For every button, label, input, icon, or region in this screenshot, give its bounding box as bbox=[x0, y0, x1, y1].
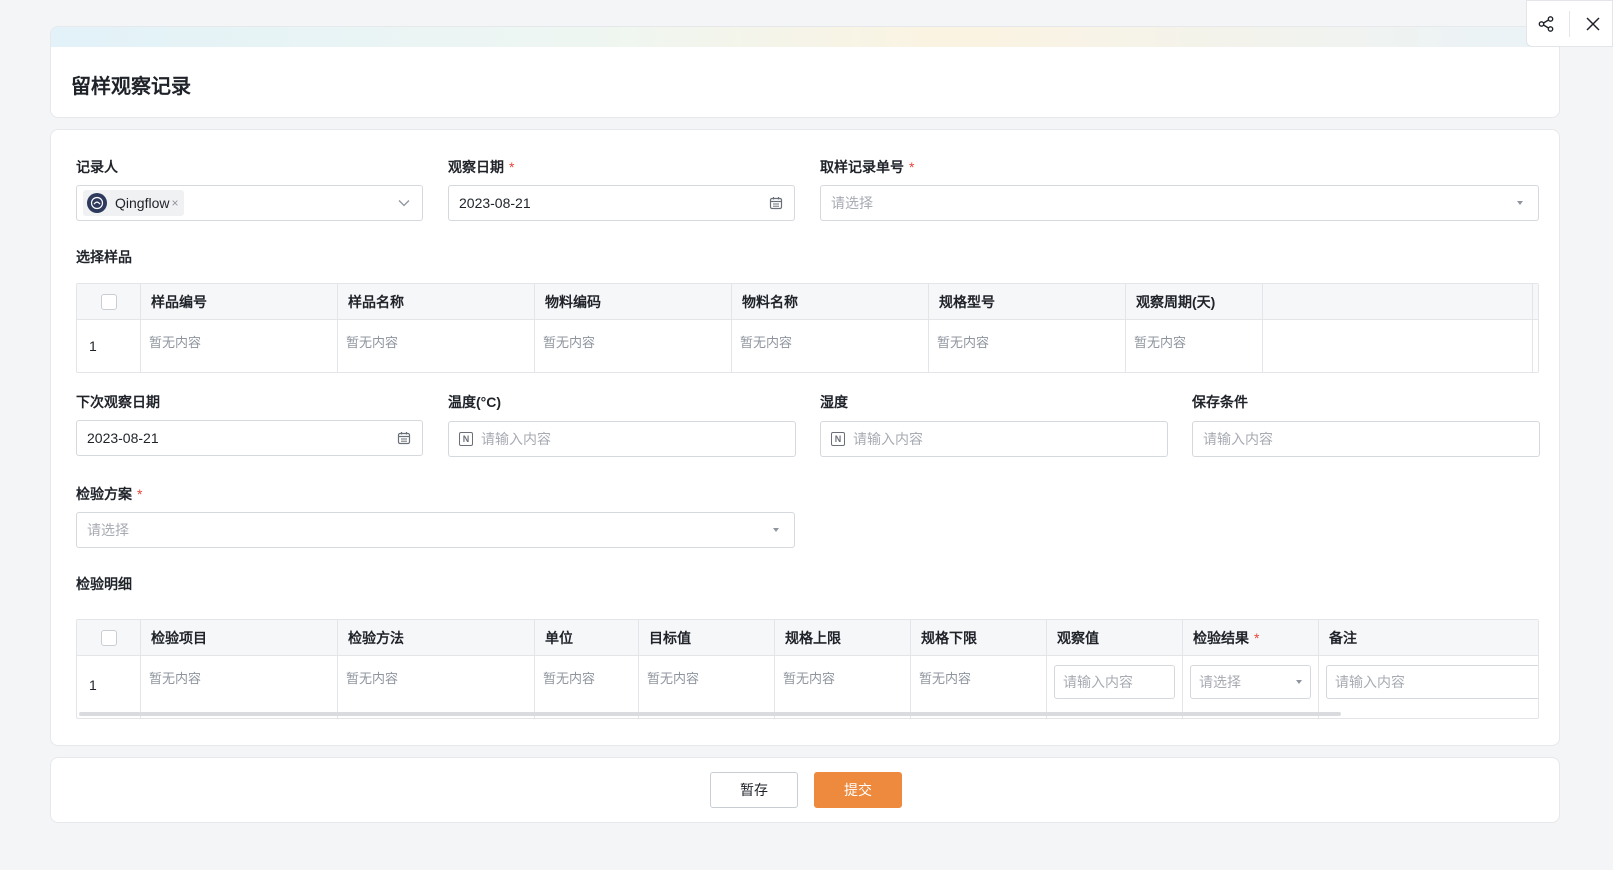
table-cell: 暂无内容 bbox=[1126, 320, 1263, 372]
column-header: 物料名称 bbox=[732, 284, 929, 319]
remark-cell: 请输入内容 bbox=[1319, 656, 1538, 718]
sampling-no-label: 取样记录单号 * bbox=[820, 159, 915, 175]
observe-date-label: 观察日期 * bbox=[448, 159, 515, 175]
number-icon: N bbox=[831, 432, 845, 446]
column-header: 检验方法 bbox=[338, 620, 535, 655]
humidity-placeholder: 请输入内容 bbox=[853, 431, 923, 447]
humidity-label: 湿度 bbox=[820, 394, 848, 410]
sampling-no-placeholder: 请选择 bbox=[831, 195, 873, 211]
save-draft-button[interactable]: 暂存 bbox=[710, 772, 798, 808]
table-cell: 暂无内容 bbox=[141, 656, 338, 718]
sampling-no-select[interactable]: 请选择 bbox=[820, 185, 1539, 221]
detail-label: 检验明细 bbox=[76, 576, 132, 592]
table-row[interactable]: 1 暂无内容 暂无内容 暂无内容 暂无内容 暂无内容 暂无内容 请输入内容 请选… bbox=[77, 656, 1538, 718]
sample-table-header: 样品编号 样品名称 物料编码 物料名称 规格型号 观察周期(天) bbox=[77, 284, 1538, 320]
table-cell: 暂无内容 bbox=[775, 656, 911, 718]
result-cell: 请选择 bbox=[1183, 656, 1319, 718]
column-header-empty bbox=[1263, 284, 1533, 319]
table-cell: 暂无内容 bbox=[535, 656, 639, 718]
observe-value-cell: 请输入内容 bbox=[1047, 656, 1183, 718]
caret-down-icon bbox=[1296, 680, 1302, 684]
footer-card: 暂存 提交 bbox=[50, 757, 1560, 823]
column-header: 目标值 bbox=[639, 620, 775, 655]
storage-placeholder: 请输入内容 bbox=[1203, 431, 1273, 447]
column-header: 备注 bbox=[1329, 629, 1357, 646]
next-date-label: 下次观察日期 bbox=[76, 394, 160, 410]
table-row[interactable]: 1 暂无内容 暂无内容 暂无内容 暂无内容 暂无内容 暂无内容 bbox=[77, 320, 1538, 372]
humidity-input[interactable]: N 请输入内容 bbox=[820, 421, 1168, 457]
next-date-input[interactable]: 2023-08-21 bbox=[76, 420, 423, 456]
number-icon: N bbox=[459, 432, 473, 446]
plan-select[interactable]: 请选择 bbox=[76, 512, 795, 548]
table-cell: 暂无内容 bbox=[535, 320, 732, 372]
select-all-checkbox[interactable] bbox=[100, 293, 117, 310]
table-cell-empty bbox=[1263, 320, 1533, 372]
storage-input[interactable]: 请输入内容 bbox=[1192, 421, 1540, 457]
row-index: 1 bbox=[77, 656, 141, 718]
divider bbox=[1568, 10, 1570, 37]
temperature-placeholder: 请输入内容 bbox=[481, 431, 551, 447]
column-header: 观察值 bbox=[1047, 620, 1183, 655]
select-all-cell bbox=[77, 284, 141, 319]
calendar-icon[interactable] bbox=[768, 195, 784, 211]
page-title: 留样观察记录 bbox=[71, 76, 191, 98]
avatar bbox=[87, 193, 107, 213]
table-cell: 暂无内容 bbox=[338, 320, 535, 372]
column-header: 单位 bbox=[535, 620, 639, 655]
table-cell: 暂无内容 bbox=[141, 320, 338, 372]
sample-table: 样品编号 样品名称 物料编码 物料名称 规格型号 观察周期(天) 1 暂无内容 … bbox=[76, 283, 1539, 373]
remark-input[interactable]: 请输入内容 bbox=[1326, 665, 1538, 699]
column-header-result: 检验结果 * bbox=[1183, 620, 1319, 655]
temperature-label: 温度(°C) bbox=[448, 394, 502, 410]
plan-placeholder: 请选择 bbox=[87, 522, 129, 538]
detail-table-header: 检验项目 检验方法 单位 目标值 规格上限 规格下限 观察值 检验结果 * 备注 bbox=[77, 620, 1538, 656]
select-all-cell bbox=[77, 620, 141, 655]
horizontal-scrollbar[interactable] bbox=[79, 712, 1341, 716]
header-card: 留样观察记录 bbox=[50, 26, 1560, 118]
recorder-tag: Qingflow × bbox=[83, 190, 185, 216]
storage-label: 保存条件 bbox=[1192, 394, 1248, 410]
column-header: 规格上限 bbox=[775, 620, 911, 655]
caret-down-icon[interactable] bbox=[1512, 195, 1528, 211]
header-gradient-strip bbox=[51, 27, 1559, 47]
table-cell: 暂无内容 bbox=[338, 656, 535, 718]
form-card: 记录人 Qingflow × 观察日期 * 2023-08-21 取样记录单号 * … bbox=[50, 129, 1560, 746]
column-header: 规格下限 bbox=[911, 620, 1047, 655]
recorder-select[interactable]: Qingflow × bbox=[76, 185, 423, 221]
chevron-down-icon[interactable] bbox=[396, 195, 412, 211]
caret-down-icon[interactable] bbox=[768, 522, 784, 538]
column-header: 规格型号 bbox=[929, 284, 1126, 319]
calendar-icon[interactable] bbox=[396, 430, 412, 446]
select-all-checkbox[interactable] bbox=[100, 629, 117, 646]
column-header: 检验项目 bbox=[141, 620, 338, 655]
table-cell: 暂无内容 bbox=[639, 656, 775, 718]
observe-value-input[interactable]: 请输入内容 bbox=[1054, 665, 1175, 699]
select-sample-label: 选择样品 bbox=[76, 249, 132, 265]
detail-table: 检验项目 检验方法 单位 目标值 规格上限 规格下限 观察值 检验结果 * 备注 … bbox=[76, 619, 1539, 719]
observe-date-value: 2023-08-21 bbox=[459, 195, 531, 211]
close-icon[interactable] bbox=[1579, 10, 1607, 38]
next-date-value: 2023-08-21 bbox=[87, 430, 159, 446]
tag-close-icon[interactable]: × bbox=[171, 196, 178, 210]
recorder-tag-label: Qingflow bbox=[115, 195, 170, 211]
table-cell: 暂无内容 bbox=[732, 320, 929, 372]
plan-label: 检验方案 * bbox=[76, 486, 143, 502]
column-header: 物料编码 bbox=[535, 284, 732, 319]
temperature-input[interactable]: N 请输入内容 bbox=[448, 421, 796, 457]
column-header: 样品编号 bbox=[141, 284, 338, 319]
submit-button[interactable]: 提交 bbox=[814, 772, 902, 808]
recorder-label: 记录人 bbox=[76, 159, 118, 175]
row-index: 1 bbox=[77, 320, 141, 372]
top-actions bbox=[1526, 0, 1613, 47]
observe-date-input[interactable]: 2023-08-21 bbox=[448, 185, 795, 221]
result-select[interactable]: 请选择 bbox=[1190, 665, 1311, 699]
table-cell: 暂无内容 bbox=[929, 320, 1126, 372]
table-cell: 暂无内容 bbox=[911, 656, 1047, 718]
share-icon[interactable] bbox=[1532, 10, 1560, 38]
column-header: 样品名称 bbox=[338, 284, 535, 319]
column-header: 观察周期(天) bbox=[1126, 284, 1263, 319]
